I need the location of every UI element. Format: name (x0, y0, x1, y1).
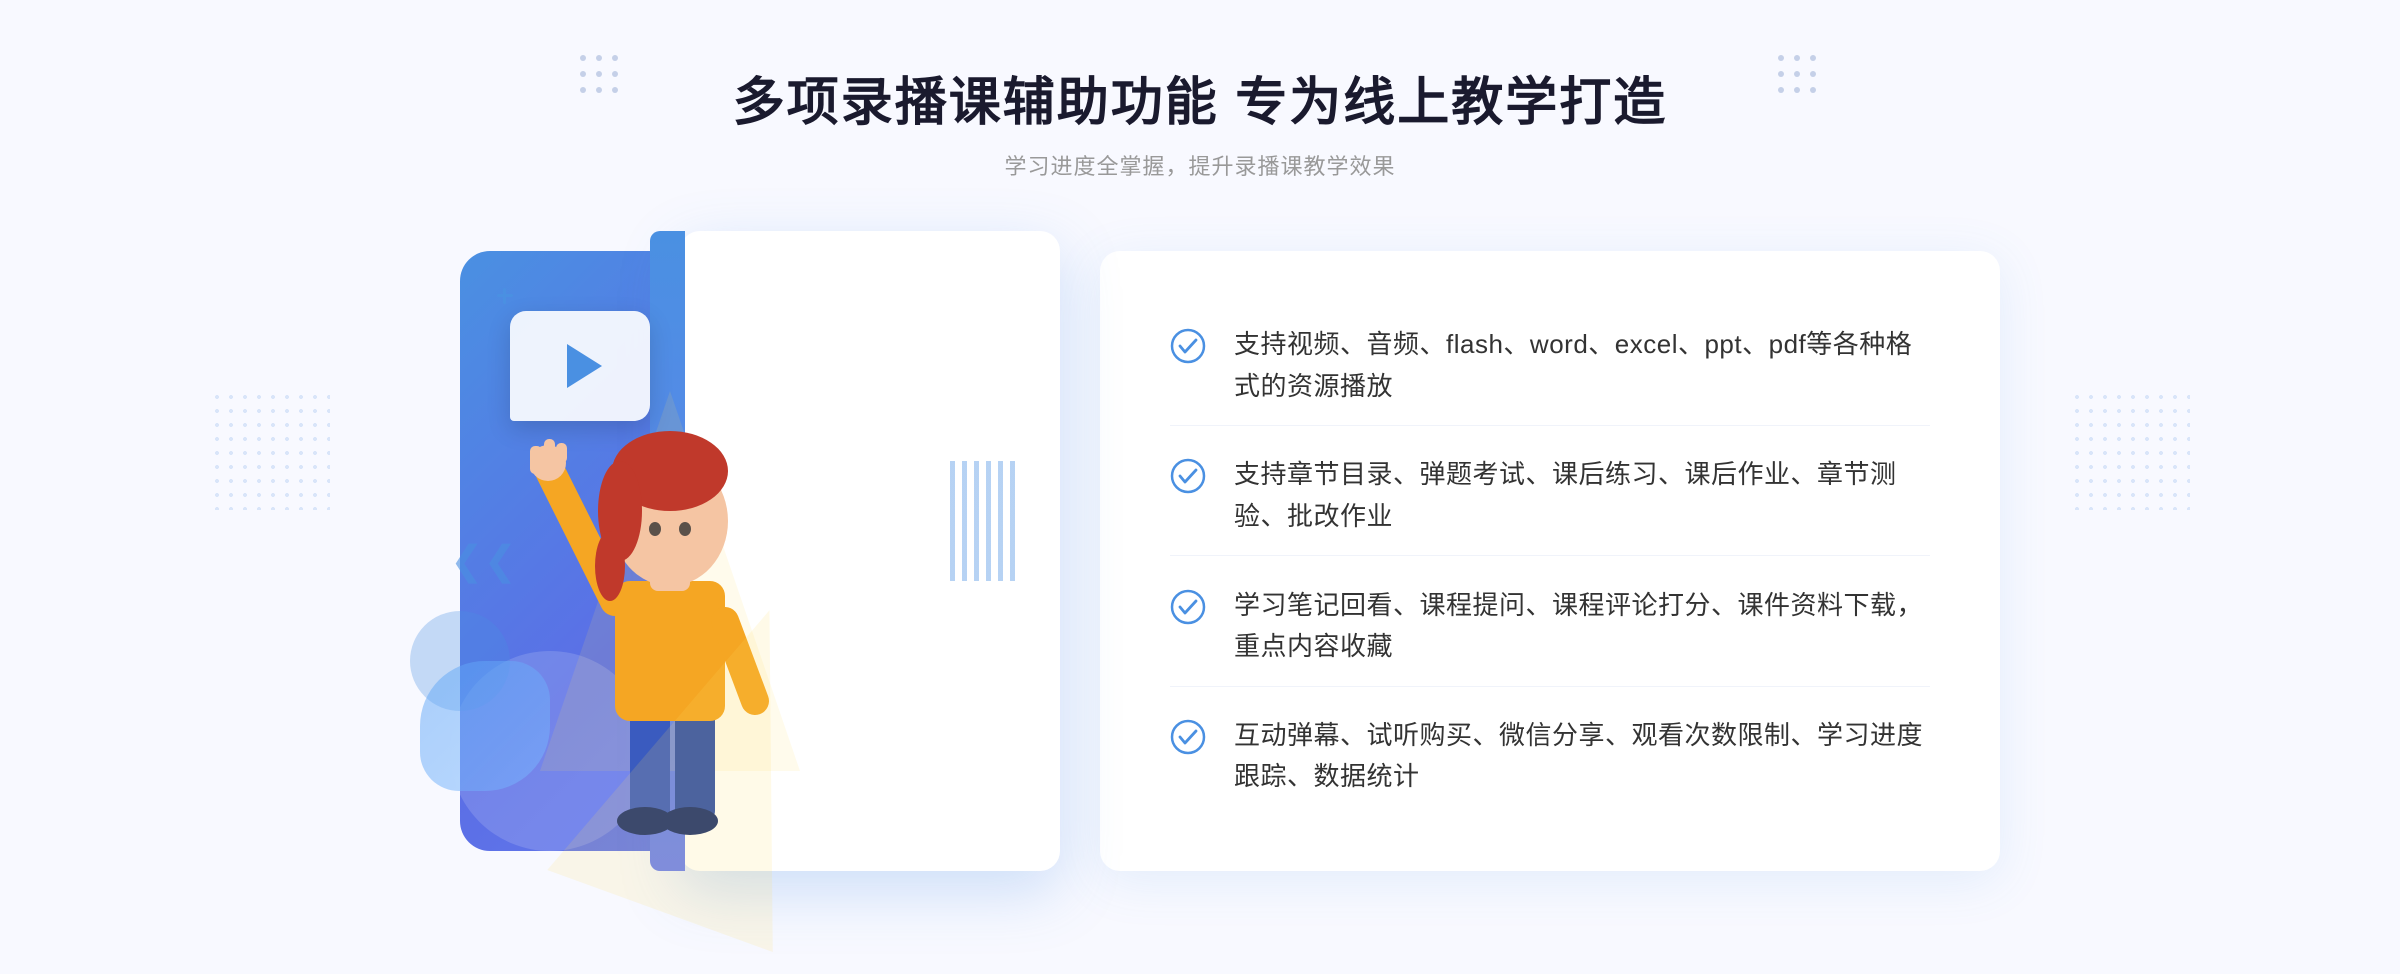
page-subtitle: 学习进度全掌握，提升录播课教学效果 (733, 149, 1667, 181)
decoration-stripes (950, 461, 1020, 581)
page-title: 多项录播课辅助功能 专为线上教学打造 (733, 60, 1667, 135)
feature-text-4: 互动弹幕、试听购买、微信分享、观看次数限制、学习进度跟踪、数据统计 (1234, 715, 1930, 798)
header-title-row: 多项录播课辅助功能 专为线上教学打造 (733, 60, 1667, 135)
sparkle-decoration (495, 286, 515, 306)
check-icon-1 (1170, 328, 1206, 364)
content-area: ❮❮ 支持视频、音频、flash、word、excel、ppt、pdf等各种格式… (400, 211, 2000, 911)
feature-item-4: 互动弹幕、试听购买、微信分享、观看次数限制、学习进度跟踪、数据统计 (1170, 697, 1930, 816)
check-icon-3 (1170, 589, 1206, 625)
check-icon-2 (1170, 458, 1206, 494)
dots-decoration-left (210, 390, 330, 510)
check-icon-4 (1170, 719, 1206, 755)
play-icon (567, 344, 602, 388)
header-decoration-left (580, 55, 622, 97)
feature-item-3: 学习笔记回看、课程提问、课程评论打分、课件资料下载，重点内容收藏 (1170, 567, 1930, 687)
features-panel: 支持视频、音频、flash、word、excel、ppt、pdf等各种格式的资源… (1100, 251, 2000, 871)
header-decoration-right (1778, 55, 1820, 97)
feature-text-3: 学习笔记回看、课程提问、课程评论打分、课件资料下载，重点内容收藏 (1234, 585, 1930, 668)
header-section: 多项录播课辅助功能 专为线上教学打造 学习进度全掌握，提升录播课教学效果 (733, 0, 1667, 211)
feature-text-2: 支持章节目录、弹题考试、课后练习、课后作业、章节测验、批改作业 (1234, 454, 1930, 537)
dots-decoration-right (2070, 390, 2190, 510)
chevron-left-icon[interactable]: ❮❮ (450, 538, 517, 584)
feature-item-2: 支持章节目录、弹题考试、课后练习、课后作业、章节测验、批改作业 (1170, 436, 1930, 556)
page-container: 多项录播课辅助功能 专为线上教学打造 学习进度全掌握，提升录播课教学效果 (0, 0, 2400, 974)
feature-item-1: 支持视频、音频、flash、word、excel、ppt、pdf等各种格式的资源… (1170, 306, 1930, 426)
feature-text-1: 支持视频、音频、flash、word、excel、ppt、pdf等各种格式的资源… (1234, 324, 1930, 407)
